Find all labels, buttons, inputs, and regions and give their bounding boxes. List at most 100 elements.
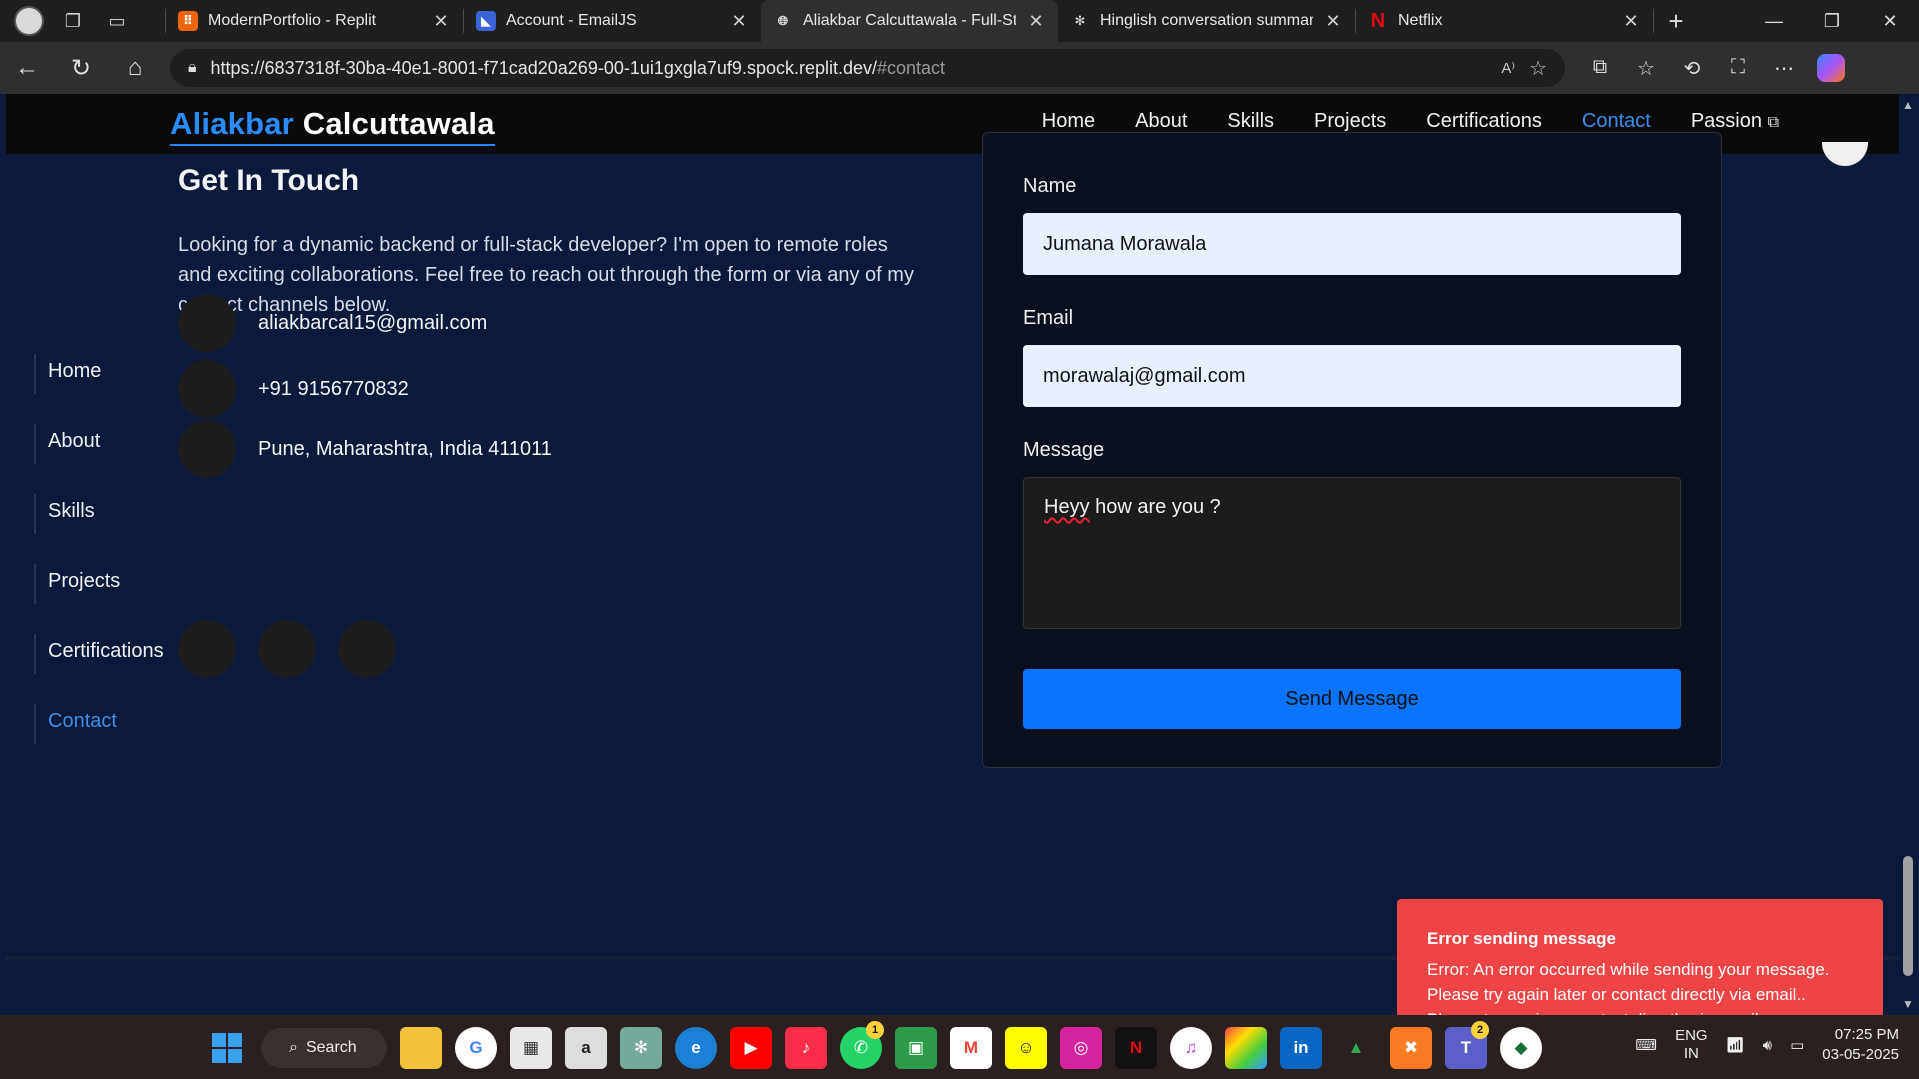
wifi-icon[interactable]: 📶︎ — [1726, 1036, 1745, 1054]
close-icon[interactable]: ✕ — [431, 11, 451, 32]
app-icon[interactable]: ◆ — [1500, 1027, 1542, 1069]
phone-icon — [178, 360, 236, 418]
sidebar-item-skills[interactable]: Skills — [34, 494, 164, 534]
nav-skills[interactable]: Skills — [1227, 110, 1274, 133]
email-field[interactable]: morawalaj@gmail.com — [1023, 345, 1681, 407]
windows-logo-icon — [212, 1033, 242, 1063]
scrollbar-thumb[interactable] — [1903, 856, 1913, 976]
tab-netflix[interactable]: N Netflix ✕ — [1356, 0, 1653, 42]
linkedin-icon[interactable]: in — [1280, 1027, 1322, 1069]
photos-icon[interactable] — [1225, 1027, 1267, 1069]
file-explorer-icon[interactable] — [400, 1027, 442, 1069]
xampp-icon[interactable]: ✖ — [1390, 1027, 1432, 1069]
profile-avatar[interactable] — [12, 4, 46, 38]
nav-passion[interactable]: Passion ⧉ — [1691, 110, 1779, 133]
tab-title: Aliakbar Calcuttawala - Full-Stack — [803, 12, 1016, 29]
close-icon[interactable]: ✕ — [729, 11, 749, 32]
battery-icon[interactable]: ▭ — [1790, 1036, 1804, 1054]
gmail-icon[interactable]: M — [950, 1027, 992, 1069]
send-message-button[interactable]: Send Message — [1023, 669, 1681, 729]
refresh-icon[interactable]: ↻ — [54, 54, 108, 83]
tab-portfolio[interactable]: 🌐︎ Aliakbar Calcuttawala - Full-Stack ✕ — [761, 0, 1058, 42]
teams-icon[interactable]: T2 — [1445, 1021, 1489, 1069]
taskbar-search[interactable]: ⌕ Search — [261, 1028, 387, 1068]
vertical-tabs-icon[interactable]: ▭ — [100, 4, 134, 38]
site-logo[interactable]: Aliakbar Calcuttawala — [170, 106, 495, 146]
chatgpt-icon[interactable]: ✻ — [620, 1027, 662, 1069]
home-icon[interactable]: ⌂ — [108, 54, 162, 82]
google-drive-icon[interactable]: ▲ — [1335, 1027, 1377, 1069]
volume-icon[interactable]: 🔊︎ — [1763, 1037, 1772, 1054]
contact-email[interactable]: aliakbarcal15@gmail.com — [258, 312, 487, 335]
nav-about[interactable]: About — [1135, 110, 1187, 133]
name-field[interactable]: Jumana Morawala — [1023, 213, 1681, 275]
microsoft-store-icon[interactable]: ▦ — [510, 1027, 552, 1069]
address-bar[interactable]: 🔒︎ https://6837318f-30ba-40e1-8001-f71ca… — [170, 49, 1565, 87]
side-navigation: Home About Skills Projects Certification… — [34, 354, 164, 774]
clock[interactable]: 07:25 PM 03-05-2025 — [1822, 1025, 1899, 1065]
tab-title: Hinglish conversation summary — [1100, 12, 1313, 29]
twitter-icon[interactable] — [338, 620, 396, 678]
github-icon[interactable] — [178, 620, 236, 678]
contact-phone[interactable]: +91 9156770832 — [258, 378, 409, 401]
edge-icon[interactable]: e — [675, 1027, 717, 1069]
copilot-icon[interactable] — [1817, 54, 1845, 82]
sidebar-item-home[interactable]: Home — [34, 354, 164, 394]
chrome-icon[interactable]: G — [455, 1027, 497, 1069]
itunes-icon[interactable]: ♫ — [1170, 1027, 1212, 1069]
tab-title: Account - EmailJS — [506, 12, 637, 29]
nav-contact[interactable]: Contact — [1582, 110, 1651, 133]
amazon-icon[interactable]: a — [565, 1027, 607, 1069]
favorite-star-icon[interactable]: ☆ — [1529, 56, 1547, 81]
more-icon[interactable]: ⋯ — [1761, 56, 1807, 81]
external-link-icon: ⧉ — [1767, 114, 1779, 131]
tab-emailjs[interactable]: ◣ Account - EmailJS ✕ — [464, 0, 761, 42]
restore-icon[interactable]: ❐ — [1803, 11, 1861, 32]
history-icon[interactable]: ⟲ — [1669, 56, 1715, 81]
youtube-icon[interactable]: ▶ — [730, 1027, 772, 1069]
new-tab-button[interactable]: + — [1654, 6, 1698, 37]
page-scrollbar[interactable]: ▲ ▼ — [1899, 94, 1919, 1015]
tab-replit[interactable]: ⠿ ModernPortfolio - Replit ✕ — [166, 0, 463, 42]
keyboard-icon[interactable]: ⌨ — [1635, 1036, 1657, 1054]
section-heading: Get In Touch — [178, 164, 360, 197]
close-icon[interactable]: ✕ — [1621, 11, 1641, 32]
window-controls: — ❐ ✕ — [1745, 11, 1919, 32]
close-icon[interactable]: ✕ — [1026, 11, 1046, 32]
extensions-icon[interactable]: ⧉ — [1577, 56, 1623, 81]
lock-icon[interactable]: 🔒︎ — [188, 59, 197, 77]
favorites-icon[interactable]: ☆ — [1623, 56, 1669, 81]
workspaces-icon[interactable]: ❐ — [56, 4, 90, 38]
nav-home[interactable]: Home — [1042, 110, 1095, 133]
sidebar-item-projects[interactable]: Projects — [34, 564, 164, 604]
sidebar-item-contact[interactable]: Contact — [34, 704, 164, 744]
instagram-icon[interactable]: ◎ — [1060, 1027, 1102, 1069]
close-window-icon[interactable]: ✕ — [1861, 11, 1919, 32]
netflix-icon[interactable]: N — [1115, 1027, 1157, 1069]
music-icon[interactable]: ♪ — [785, 1027, 827, 1069]
scroll-up-icon[interactable]: ▲ — [1902, 98, 1914, 112]
tab-chatgpt[interactable]: ✻ Hinglish conversation summary ✕ — [1058, 0, 1355, 42]
sidebar-item-certifications[interactable]: Certifications — [34, 634, 164, 674]
minimize-icon[interactable]: — — [1745, 11, 1803, 32]
contacts-icon[interactable]: ▣ — [895, 1027, 937, 1069]
message-field[interactable]: Heyy how are you ? — [1023, 477, 1681, 629]
scroll-down-icon[interactable]: ▼ — [1902, 997, 1914, 1011]
nav-certifications[interactable]: Certifications — [1426, 110, 1542, 133]
language-indicator[interactable]: ENG IN — [1675, 1027, 1708, 1063]
snapchat-icon[interactable]: ☺ — [1005, 1027, 1047, 1069]
language-code: ENG — [1675, 1027, 1708, 1044]
toolbar-icons: ⧉ ☆ ⟲ ⛶ ⋯ — [1577, 56, 1807, 81]
error-toast[interactable]: Error sending message Error: An error oc… — [1397, 899, 1883, 1015]
linkedin-icon[interactable] — [258, 620, 316, 678]
read-aloud-icon[interactable]: A⁾ — [1501, 59, 1515, 77]
nav-projects[interactable]: Projects — [1314, 110, 1386, 133]
sidebar-item-about[interactable]: About — [34, 424, 164, 464]
close-icon[interactable]: ✕ — [1323, 11, 1343, 32]
contact-email-row: aliakbarcal15@gmail.com — [178, 294, 487, 352]
screenshot-icon[interactable]: ⛶ — [1715, 56, 1761, 81]
whatsapp-icon[interactable]: ✆ 1 — [840, 1021, 884, 1069]
start-button[interactable] — [206, 1027, 248, 1069]
theme-toggle-button[interactable] — [1822, 142, 1868, 166]
back-arrow-icon[interactable]: ← — [0, 54, 54, 82]
